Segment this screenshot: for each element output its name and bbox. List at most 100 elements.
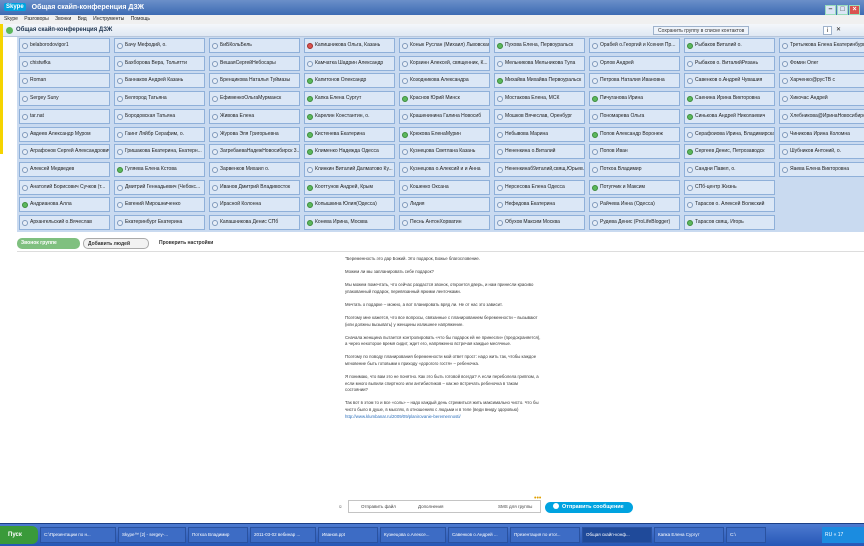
participant-item[interactable]: Гаинг Ляйбр Серафим, о. (114, 126, 205, 142)
participant-item[interactable]: Крашенинина Галина Новосиб (399, 108, 490, 124)
participant-item[interactable]: Иванов Дмитрий Владивосток (209, 179, 300, 195)
participant-item[interactable]: Мошков Вячеслав, Оренбург (494, 108, 585, 124)
menu-conversations[interactable]: Разговоры (24, 16, 48, 22)
participant-item[interactable]: Клинкин Виталий Далматово Ку... (304, 161, 395, 177)
participant-item[interactable]: Мельникова Мельникова Тула (494, 55, 585, 71)
participant-item[interactable]: Анатолий Борисович Сучков (т... (19, 179, 110, 195)
participant-item[interactable]: Яаева Елена Викторовна (779, 161, 864, 177)
participant-item[interactable]: Зарвенков Михаил о. (209, 161, 300, 177)
participant-item[interactable]: Харченко@русТВ с (779, 73, 864, 89)
participant-item[interactable]: Аграфонов Сергей Александрович (19, 144, 110, 160)
participant-item[interactable]: Хлебникова@ИринаНовосибирск (779, 108, 864, 124)
participant-item[interactable]: Капишникова Ольга, Казань (304, 38, 395, 53)
participant-item[interactable]: Саенина Ирина Викторовна (684, 91, 775, 107)
chat-history[interactable]: "Беременность это дар Божий. Это подарок… (17, 251, 864, 502)
participant-item[interactable]: Поткоа Владимир (589, 161, 680, 177)
participant-item[interactable]: Живова Елена (209, 108, 300, 124)
participant-item[interactable]: БиБКольБель (209, 38, 300, 53)
participant-item[interactable]: Roman (19, 73, 110, 89)
participant-item[interactable]: Краснов Юрий Минск (399, 91, 490, 107)
participant-item[interactable]: Кистенева Екатерина (304, 126, 395, 142)
participant-item[interactable]: Нерсесова Елена Одесса (494, 179, 585, 195)
menu-tools[interactable]: Инструменты (93, 16, 124, 22)
participant-item[interactable]: Sergey Suny (19, 91, 110, 107)
participant-item[interactable]: Капашникова Денис СПб (209, 215, 300, 230)
participant-item[interactable]: Попов Иван (589, 144, 680, 160)
info-button[interactable]: i (823, 26, 832, 35)
participant-item[interactable]: Конык Руслан (Михаил) Львовская (399, 38, 490, 53)
participant-item[interactable]: Серафоиова Ирина, Владимирска... (684, 126, 775, 142)
participant-item[interactable]: Андрианова Алла (19, 197, 110, 213)
participant-item[interactable]: Попов Александр Воронеж (589, 126, 680, 142)
participant-item[interactable]: Нефедова Екатерина (494, 197, 585, 213)
taskbar-item[interactable]: Skype™ [2] - sergey-... (118, 527, 186, 543)
participant-item[interactable]: Кузнецова Светлана Казань (399, 144, 490, 160)
taskbar-item[interactable]: Капка Елена Сургут (654, 527, 724, 543)
participant-item[interactable]: Клименко Надежда Одесса (304, 144, 395, 160)
participant-item[interactable]: Конева Ирина, Москва (304, 215, 395, 230)
participant-item[interactable]: Шубников Антоний, о. (779, 144, 864, 160)
participant-item[interactable]: belaborodovigor1 (19, 38, 110, 53)
participant-item[interactable]: tar.nat (19, 108, 110, 124)
participant-item[interactable]: Авдеев Александр Муром (19, 126, 110, 142)
add-people-button[interactable]: Добавить людей (83, 238, 149, 249)
extras-button[interactable]: Дополнения (418, 502, 444, 512)
participant-item[interactable]: Небывова Марина (494, 126, 585, 142)
participant-item[interactable]: Кооттунов Андрей, Крым (304, 179, 395, 195)
participant-item[interactable]: Лидия (399, 197, 490, 213)
participant-item[interactable]: ЗагребаеваНадежНовосибирск 3... (209, 144, 300, 160)
participant-item[interactable]: Капка Елена Сургут (304, 91, 395, 107)
taskbar-item[interactable]: C:\ (726, 527, 766, 543)
send-file-button[interactable]: Отправить файл (361, 502, 396, 512)
taskbar-item[interactable]: Кузнецова о.Алексе... (380, 527, 446, 543)
participant-item[interactable]: Фомин Олег (779, 55, 864, 71)
menu-help[interactable]: Помощь (131, 16, 150, 22)
participant-item[interactable]: Орабей о.Георгий и Ксения Пр... (589, 38, 680, 53)
close-window-button[interactable]: × (849, 5, 860, 15)
participant-item[interactable]: Алексей Медведев (19, 161, 110, 177)
message-link[interactable]: http://www.klumbanar.ru/2009/09/planirov… (345, 414, 461, 419)
participant-item[interactable]: Потупчик и Максим (589, 179, 680, 195)
participant-item[interactable]: Обухов Максим Москва (494, 215, 585, 230)
taskbar-item[interactable]: Поткоа Владимир (188, 527, 248, 543)
participant-item[interactable]: Хикочас Андрей (779, 91, 864, 107)
participant-item[interactable]: Пухова Елена, Первоуральск (494, 38, 585, 53)
participant-item[interactable]: Михайва Михайва Первоуральск (494, 73, 585, 89)
call-group-button[interactable]: Звонок группе (17, 238, 80, 249)
participant-item[interactable]: Тарасов о. Алексей Волжский (684, 197, 775, 213)
participant-item[interactable]: Кузнецова о.Алексий и и Анна (399, 161, 490, 177)
participant-item[interactable]: Дмитрий Геннадьевич (Чебокс... (114, 179, 205, 195)
participant-item[interactable]: Карелин Константин, о. (304, 108, 395, 124)
taskbar-item[interactable]: C:\Презентации по н... (40, 527, 116, 543)
participant-item[interactable]: Рыбаков о. ВиталийРязань (684, 55, 775, 71)
start-button[interactable]: Пуск (0, 526, 38, 544)
participant-item[interactable]: Нененкина о.Виталий (494, 144, 585, 160)
participant-item[interactable]: Гуляева Елена Кстова (114, 161, 205, 177)
participant-item[interactable]: Рыбаков Виталий о. (684, 38, 775, 53)
save-group-button[interactable]: Сохранить группу в списке контактов (653, 26, 750, 35)
participant-item[interactable]: Евгений Мирошниченко (114, 197, 205, 213)
participant-item[interactable]: Бачу Мефодий, о. (114, 38, 205, 53)
menu-calls[interactable]: Звонки (55, 16, 71, 22)
send-message-button[interactable]: Отправить сообщение (545, 502, 633, 513)
participant-item[interactable]: Баннаков Андрей Казань (114, 73, 205, 89)
participant-item[interactable]: Пономарева Ольга (589, 108, 680, 124)
sms-group-button[interactable]: SMS для группы (498, 502, 532, 512)
participant-item[interactable]: Петрова Наталия Ивановна (589, 73, 680, 89)
participant-item[interactable]: Бахборова Вера, Тольятти (114, 55, 205, 71)
taskbar-item[interactable]: Презентация по итог... (510, 527, 580, 543)
participant-item[interactable]: Журова Эля Григорьевна (209, 126, 300, 142)
participant-item[interactable]: СПб-центр Жизнь (684, 179, 775, 195)
participant-item[interactable]: Бренцикова Наталья Туймазы (209, 73, 300, 89)
participant-item[interactable]: Синькова Андрей Николаевич (684, 108, 775, 124)
participant-item[interactable]: Камчатка Шадрин Александр (304, 55, 395, 71)
participant-item[interactable]: Архангельский о.Вячеслав (19, 215, 110, 230)
participant-item[interactable]: ЕфименкоОльгаМурманск (209, 91, 300, 107)
participant-item[interactable]: Капитонов Олександр (304, 73, 395, 89)
participant-item[interactable]: Белгород Татьяна (114, 91, 205, 107)
participant-item[interactable]: Копышкина Юлия(Одесса) (304, 197, 395, 213)
menu-view[interactable]: Вид (78, 16, 87, 22)
participant-item[interactable]: Бородовская Татьяна (114, 108, 205, 124)
check-settings-button[interactable]: Проверить настройки (155, 238, 235, 249)
taskbar-item[interactable]: Савенков о.Андрей ... (448, 527, 508, 543)
